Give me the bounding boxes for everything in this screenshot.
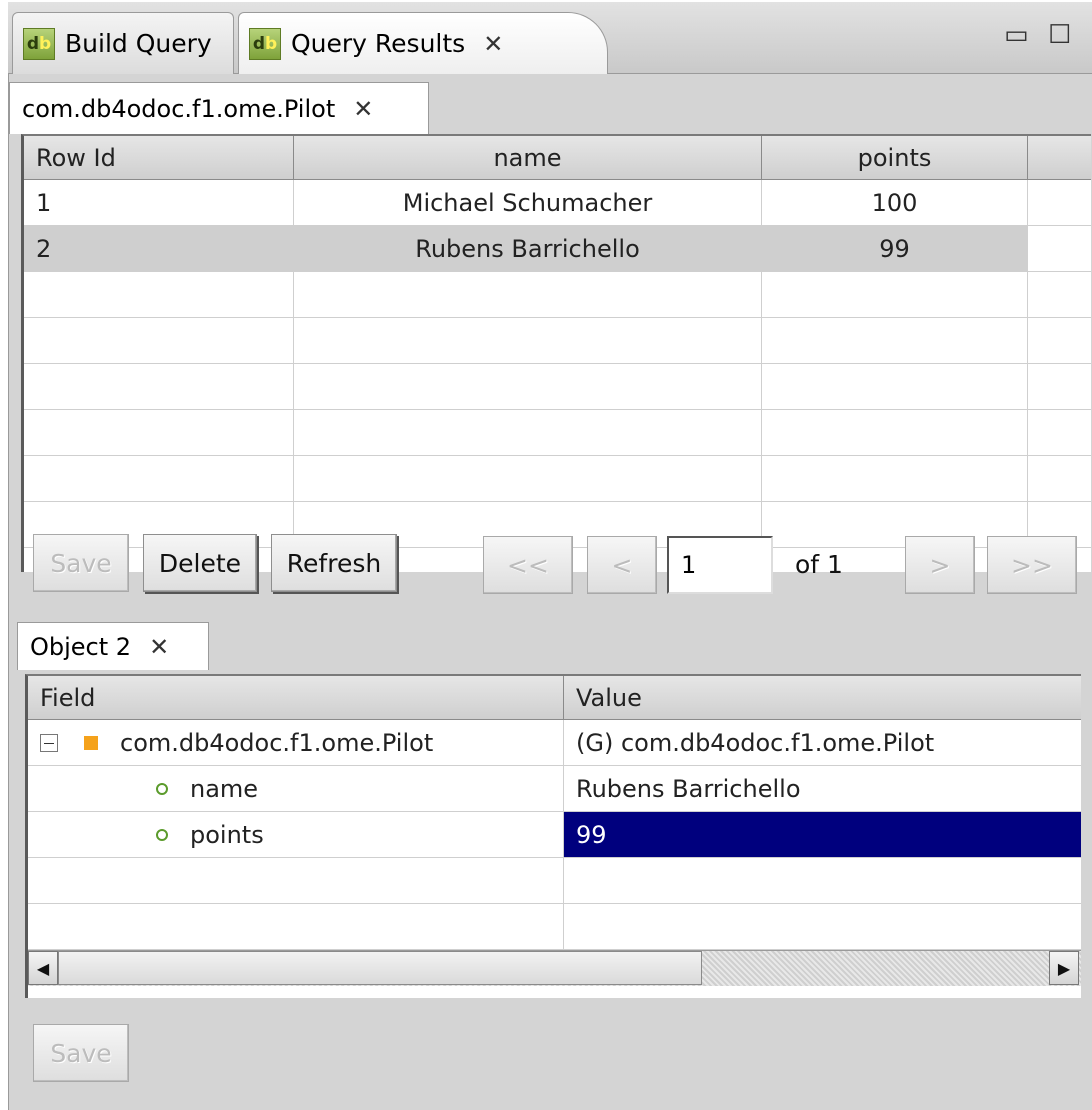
collapse-icon[interactable]	[40, 733, 58, 752]
table-cell	[1028, 180, 1091, 226]
page-number-input[interactable]: 1	[667, 536, 773, 594]
maximize-icon[interactable]: ☐	[1048, 20, 1071, 50]
field-value[interactable]: Rubens Barrichello	[564, 766, 1081, 812]
results-panel: com.db4odoc.f1.ome.Pilot ✕ Row Id name p…	[8, 74, 1092, 1110]
tab-pilot-results[interactable]: com.db4odoc.f1.ome.Pilot ✕	[9, 82, 429, 134]
close-icon[interactable]: ✕	[483, 30, 503, 58]
table-cell	[762, 318, 1028, 364]
tree-row-points[interactable]: points	[28, 812, 564, 858]
next-page-button[interactable]: >	[905, 536, 975, 594]
column-header-name[interactable]: name	[294, 136, 762, 180]
table-cell	[24, 456, 294, 502]
column-header-filler	[1028, 136, 1091, 180]
table-cell	[762, 456, 1028, 502]
table-cell[interactable]: 1	[24, 180, 294, 226]
field-value-selected[interactable]: 99	[564, 812, 1081, 858]
field-value[interactable]: (G) com.db4odoc.f1.ome.Pilot	[564, 720, 1081, 766]
view-tab-bar: db Build Query db Query Results ✕ ▭ ☐	[8, 2, 1092, 74]
tab-build-query[interactable]: db Build Query	[12, 12, 234, 74]
table-cell	[24, 272, 294, 318]
tab-object-2[interactable]: Object 2 ✕	[17, 622, 209, 670]
tab-label: Build Query	[65, 29, 212, 58]
results-table: Row Id name points 1 Michael Schumacher …	[21, 134, 1091, 572]
close-icon[interactable]: ✕	[149, 633, 169, 661]
page-count-label: of 1	[795, 550, 843, 579]
table-cell	[28, 904, 564, 950]
scroll-right-icon[interactable]: ▶	[1049, 951, 1079, 985]
table-cell[interactable]: Rubens Barrichello	[294, 226, 762, 272]
field-name: name	[190, 774, 259, 803]
last-page-button[interactable]: >>	[987, 536, 1077, 594]
table-cell	[24, 364, 294, 410]
close-icon[interactable]: ✕	[353, 95, 373, 123]
table-cell	[294, 364, 762, 410]
table-cell	[1028, 456, 1091, 502]
scrollbar-thumb[interactable]	[58, 951, 702, 985]
table-cell	[762, 364, 1028, 410]
minimize-icon[interactable]: ▭	[1004, 20, 1029, 50]
table-cell	[762, 272, 1028, 318]
table-cell	[294, 410, 762, 456]
table-cell	[24, 318, 294, 364]
db-icon: db	[249, 27, 281, 60]
table-cell	[294, 456, 762, 502]
table-cell[interactable]: 100	[762, 180, 1028, 226]
delete-button[interactable]: Delete	[143, 534, 257, 592]
field-name: com.db4odoc.f1.ome.Pilot	[120, 728, 434, 757]
tab-label: com.db4odoc.f1.ome.Pilot	[22, 94, 336, 123]
object-icon	[84, 735, 98, 750]
table-cell[interactable]: 99	[762, 226, 1028, 272]
field-name: points	[190, 820, 264, 849]
tree-row-name[interactable]: name	[28, 766, 564, 812]
tab-label: Object 2	[30, 632, 132, 661]
table-cell	[294, 272, 762, 318]
column-header-points[interactable]: points	[762, 136, 1028, 180]
table-cell	[1028, 318, 1091, 364]
table-cell	[1028, 226, 1091, 272]
save-button[interactable]: Save	[33, 534, 129, 592]
column-header-field[interactable]: Field	[28, 676, 564, 720]
tab-query-results[interactable]: db Query Results ✕	[238, 12, 608, 74]
scroll-left-icon[interactable]: ◀	[28, 951, 58, 985]
refresh-button[interactable]: Refresh	[271, 534, 397, 592]
field-icon	[156, 782, 168, 795]
object-property-table: Field Value com.db4odoc.f1.ome.Pilot (G)…	[25, 674, 1081, 998]
field-icon	[156, 828, 168, 841]
column-header-row-id[interactable]: Row Id	[24, 136, 294, 180]
table-cell[interactable]: Michael Schumacher	[294, 180, 762, 226]
table-cell	[1028, 410, 1091, 456]
horizontal-scrollbar[interactable]: ◀ ▶	[28, 950, 1081, 986]
table-cell	[1028, 364, 1091, 410]
column-header-value[interactable]: Value	[564, 676, 1081, 720]
table-cell	[294, 318, 762, 364]
save-object-button[interactable]: Save	[33, 1024, 129, 1082]
table-cell[interactable]: 2	[24, 226, 294, 272]
db-icon: db	[23, 27, 55, 60]
first-page-button[interactable]: <<	[483, 536, 573, 594]
table-cell	[564, 904, 1081, 950]
tree-row-object[interactable]: com.db4odoc.f1.ome.Pilot	[28, 720, 564, 766]
table-cell	[28, 858, 564, 904]
prev-page-button[interactable]: <	[587, 536, 657, 594]
table-cell	[762, 410, 1028, 456]
table-cell	[24, 410, 294, 456]
tab-label: Query Results	[291, 29, 466, 58]
table-cell	[564, 858, 1081, 904]
table-cell	[1028, 272, 1091, 318]
